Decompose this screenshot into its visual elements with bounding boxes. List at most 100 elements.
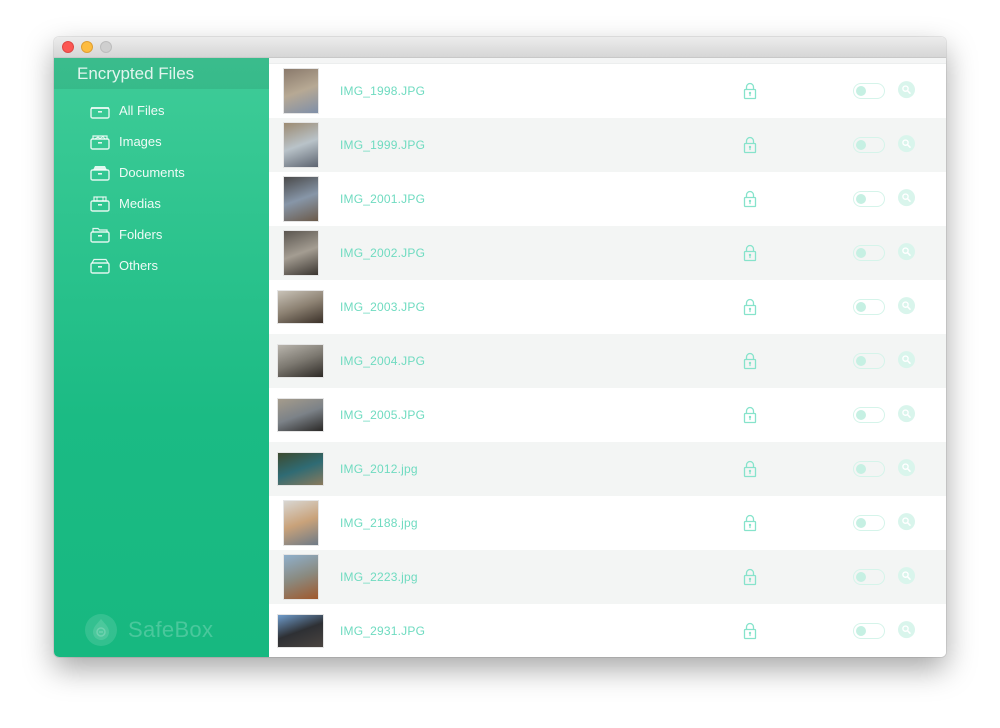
file-name[interactable]: IMG_2004.JPG — [340, 354, 425, 368]
toggle-knob — [856, 518, 866, 528]
file-name[interactable]: IMG_2223.jpg — [340, 570, 418, 584]
file-row[interactable]: IMG_1999.JPG — [269, 118, 946, 172]
magnifier-icon[interactable] — [898, 405, 915, 423]
encryption-toggle[interactable] — [853, 245, 885, 261]
title-bar — [54, 37, 946, 58]
file-row[interactable]: IMG_2188.jpg — [269, 496, 946, 550]
file-thumbnail[interactable] — [277, 614, 324, 648]
magnifier-icon[interactable] — [898, 243, 915, 261]
magnifier-icon[interactable] — [898, 297, 915, 315]
magnifier-icon[interactable] — [898, 135, 915, 153]
brand: SafeBox — [84, 613, 213, 647]
file-thumbnail[interactable] — [277, 290, 324, 324]
file-row[interactable]: IMG_2002.JPG — [269, 226, 946, 280]
encryption-toggle[interactable] — [853, 353, 885, 369]
magnifier-icon[interactable] — [898, 459, 915, 477]
file-row[interactable]: IMG_2012.jpg — [269, 442, 946, 496]
encryption-toggle[interactable] — [853, 515, 885, 531]
sidebar-item-images[interactable]: Images — [54, 126, 269, 157]
app-window: Encrypted Files All Files Images Documents… — [54, 37, 946, 657]
file-name[interactable]: IMG_2002.JPG — [340, 246, 425, 260]
toggle-knob — [856, 302, 866, 312]
sidebar-item-medias[interactable]: Medias — [54, 188, 269, 219]
lock-icon[interactable] — [743, 406, 757, 424]
magnifier-icon[interactable] — [898, 513, 915, 531]
magnifier-icon[interactable] — [898, 567, 915, 585]
lock-icon[interactable] — [743, 190, 757, 208]
file-thumbnail[interactable] — [283, 122, 319, 168]
file-thumbnail[interactable] — [283, 230, 319, 276]
file-thumbnail[interactable] — [283, 500, 319, 546]
magnifier-icon[interactable] — [898, 81, 915, 99]
lock-icon[interactable] — [743, 244, 757, 262]
lock-icon[interactable] — [743, 622, 757, 640]
lock-icon[interactable] — [743, 460, 757, 478]
toggle-knob — [856, 410, 866, 420]
file-thumbnail[interactable] — [283, 176, 319, 222]
encryption-toggle[interactable] — [853, 569, 885, 585]
sidebar-item-folders[interactable]: Folders — [54, 219, 269, 250]
file-row[interactable]: IMG_2223.jpg — [269, 550, 946, 604]
encryption-toggle[interactable] — [853, 83, 885, 99]
sidebar: Encrypted Files All Files Images Documents… — [54, 58, 269, 657]
encryption-toggle[interactable] — [853, 299, 885, 315]
other-tray-icon — [90, 258, 110, 274]
sidebar-item-label: Medias — [119, 196, 161, 211]
encryption-toggle[interactable] — [853, 407, 885, 423]
file-thumbnail[interactable] — [277, 398, 324, 432]
toggle-knob — [856, 86, 866, 96]
toggle-knob — [856, 356, 866, 366]
file-name[interactable]: IMG_2003.JPG — [340, 300, 425, 314]
window-maximize-button[interactable] — [100, 41, 112, 53]
file-row[interactable]: IMG_2001.JPG — [269, 172, 946, 226]
sidebar-item-all-files[interactable]: All Files — [54, 95, 269, 126]
file-row[interactable]: IMG_2005.JPG — [269, 388, 946, 442]
file-thumbnail[interactable] — [283, 554, 319, 600]
window-minimize-button[interactable] — [81, 41, 93, 53]
safebox-logo-icon — [85, 614, 117, 646]
lock-icon[interactable] — [743, 298, 757, 316]
toggle-knob — [856, 194, 866, 204]
file-list-panel: IMG_1998.JPG IMG_1999.JPG IMG_2001.JPG IMG_… — [269, 58, 946, 657]
lock-icon[interactable] — [743, 568, 757, 586]
toggle-knob — [856, 572, 866, 582]
file-name[interactable]: IMG_1998.JPG — [340, 84, 425, 98]
encryption-toggle[interactable] — [853, 191, 885, 207]
toggle-knob — [856, 626, 866, 636]
file-name[interactable]: IMG_2012.jpg — [340, 462, 418, 476]
lock-icon[interactable] — [743, 514, 757, 532]
window-close-button[interactable] — [62, 41, 74, 53]
file-name[interactable]: IMG_2001.JPG — [340, 192, 425, 206]
sidebar-item-documents[interactable]: Documents — [54, 157, 269, 188]
toggle-knob — [856, 140, 866, 150]
lock-icon[interactable] — [743, 136, 757, 154]
magnifier-icon[interactable] — [898, 189, 915, 207]
file-list: IMG_1998.JPG IMG_1999.JPG IMG_2001.JPG IMG_… — [269, 64, 946, 657]
encryption-toggle[interactable] — [853, 623, 885, 639]
file-thumbnail[interactable] — [283, 68, 319, 114]
sidebar-item-label: All Files — [119, 103, 165, 118]
file-row[interactable]: IMG_2931.JPG — [269, 604, 946, 657]
file-row[interactable]: IMG_2003.JPG — [269, 280, 946, 334]
file-row[interactable]: IMG_1998.JPG — [269, 64, 946, 118]
magnifier-icon[interactable] — [898, 621, 915, 639]
sidebar-item-label: Images — [119, 134, 162, 149]
magnifier-icon[interactable] — [898, 351, 915, 369]
lock-icon[interactable] — [743, 82, 757, 100]
encryption-toggle[interactable] — [853, 461, 885, 477]
tray-icon — [90, 103, 110, 119]
file-thumbnail[interactable] — [277, 452, 324, 486]
file-name[interactable]: IMG_2188.jpg — [340, 516, 418, 530]
file-thumbnail[interactable] — [277, 344, 324, 378]
sidebar-item-label: Folders — [119, 227, 163, 242]
toggle-knob — [856, 248, 866, 258]
file-name[interactable]: IMG_2931.JPG — [340, 624, 425, 638]
sidebar-item-others[interactable]: Others — [54, 250, 269, 281]
media-tray-icon — [90, 195, 110, 212]
document-tray-icon — [90, 165, 110, 181]
file-row[interactable]: IMG_2004.JPG — [269, 334, 946, 388]
encryption-toggle[interactable] — [853, 137, 885, 153]
file-name[interactable]: IMG_1999.JPG — [340, 138, 425, 152]
lock-icon[interactable] — [743, 352, 757, 370]
file-name[interactable]: IMG_2005.JPG — [340, 408, 425, 422]
